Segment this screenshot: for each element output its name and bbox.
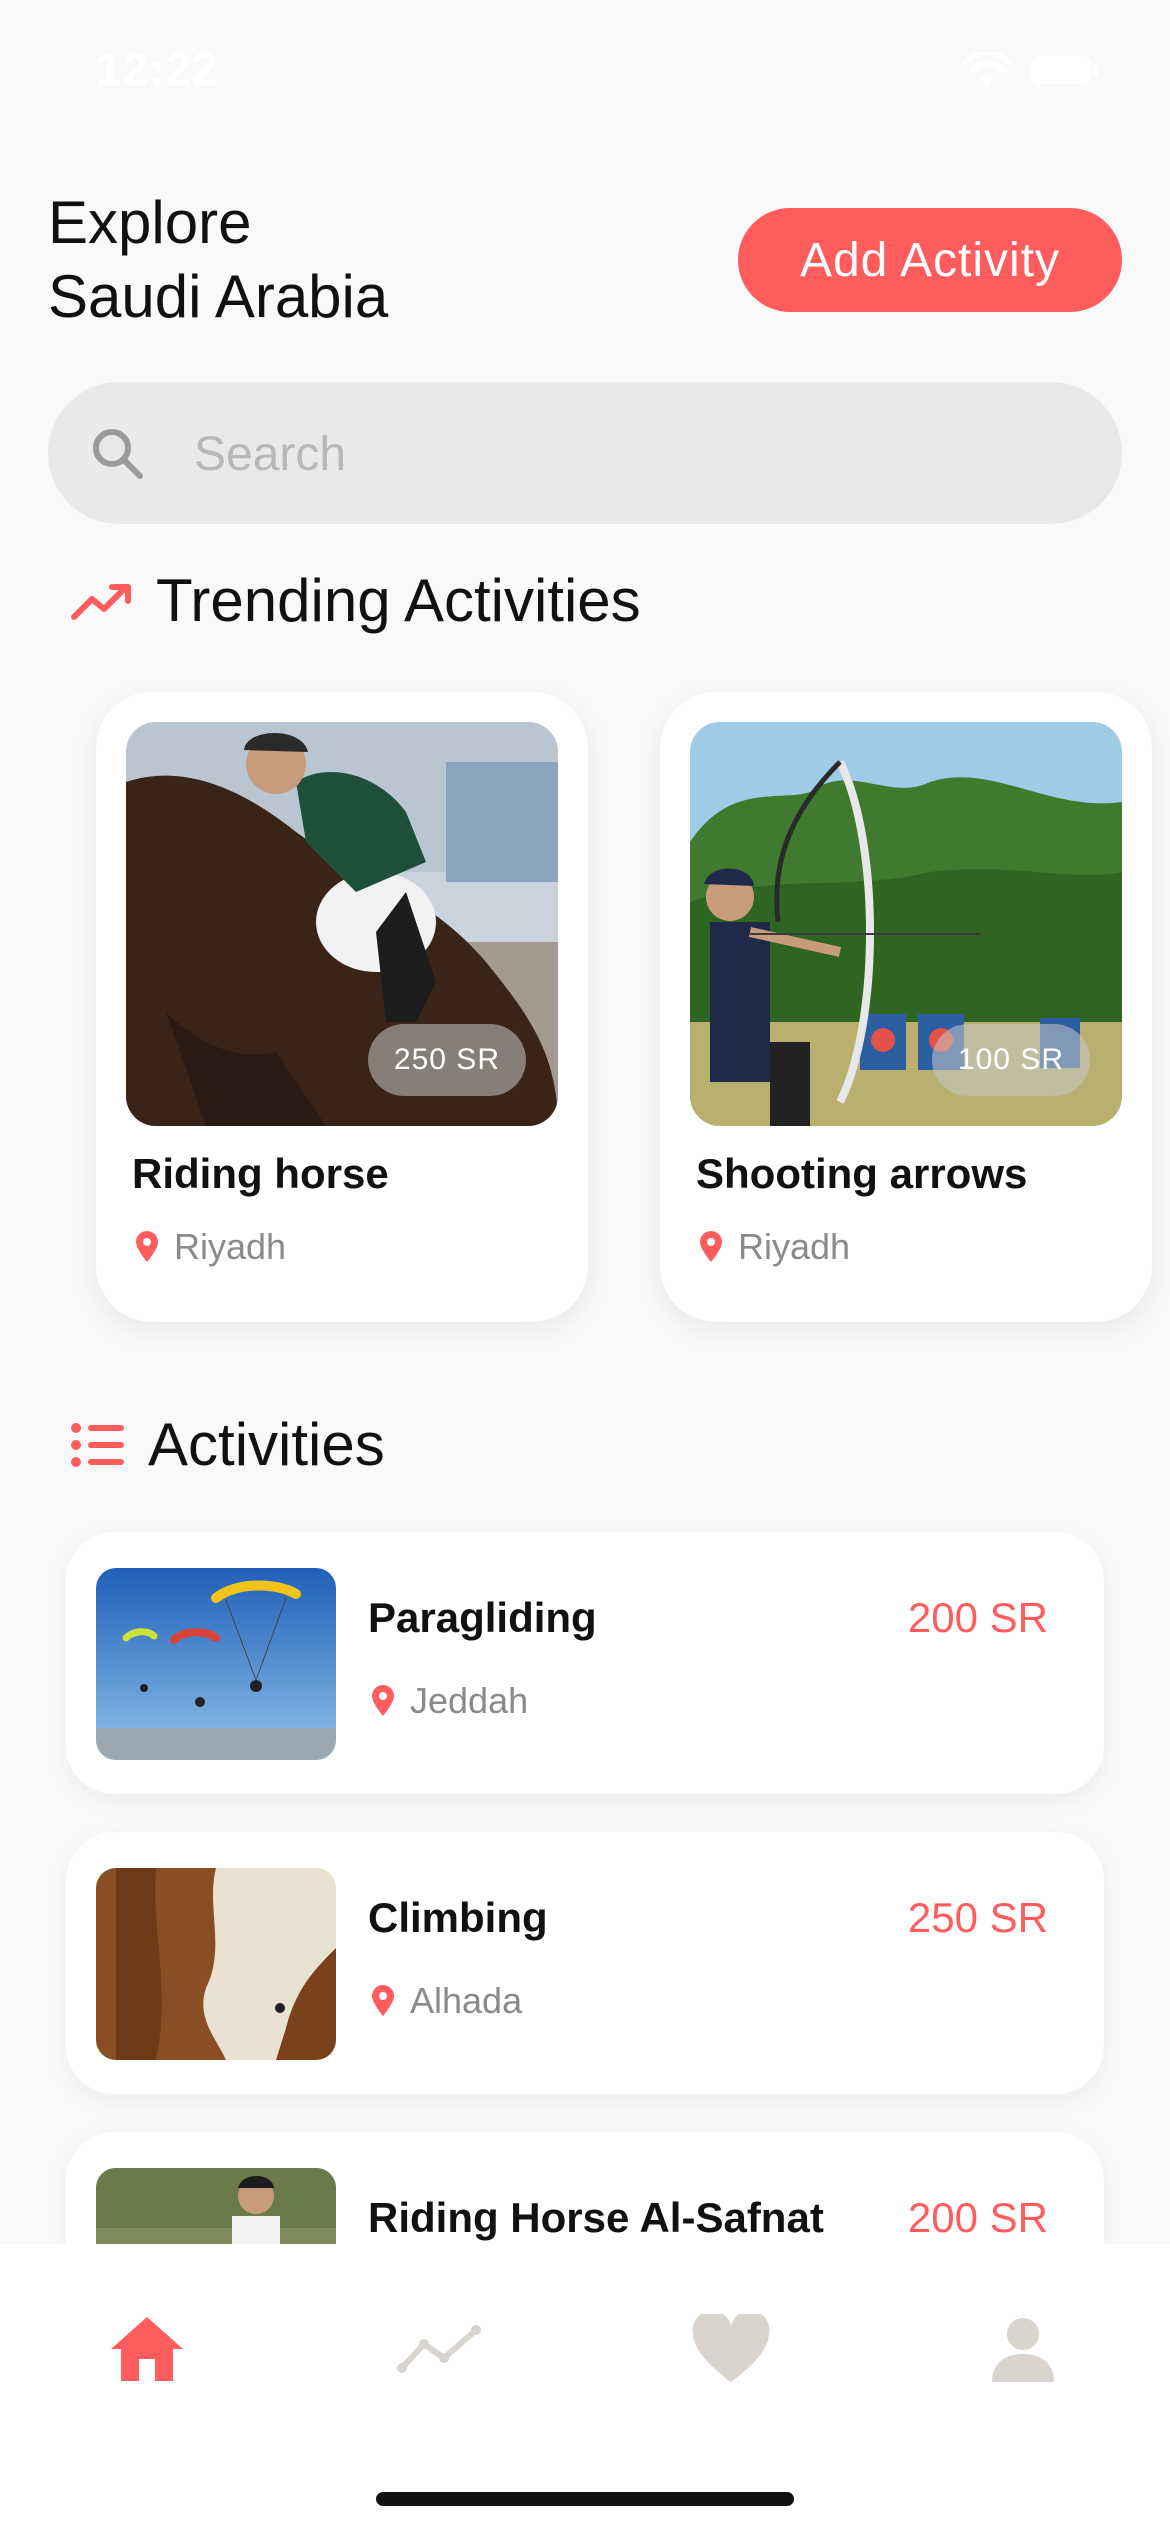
home-indicator: [376, 2492, 794, 2506]
tab-trends[interactable]: [384, 2294, 494, 2404]
heart-icon: [692, 2314, 770, 2382]
list-icon: [71, 1422, 124, 1467]
trending-header: Trending Activities: [70, 566, 641, 635]
paragliding-image: [96, 1568, 336, 1760]
tab-home[interactable]: [92, 2294, 202, 2404]
price-badge: 100 SR: [931, 1024, 1090, 1096]
location-row: Riyadh: [698, 1226, 850, 1268]
trending-up-icon: [71, 583, 131, 620]
tab-profile[interactable]: [968, 2294, 1078, 2404]
wifi-icon: [962, 52, 1012, 86]
location-text: Alhada: [410, 1980, 523, 2021]
status-icons: [962, 52, 1100, 88]
add-activity-button[interactable]: Add Activity: [738, 208, 1122, 312]
activity-card-paragliding[interactable]: Paragliding 200 SR Jeddah: [66, 1532, 1104, 1794]
activity-name: Shooting arrows: [696, 1150, 1028, 1197]
page-title: Explore Saudi Arabia: [48, 189, 389, 330]
search-input[interactable]: [192, 418, 1076, 490]
trending-card-shooting-arrows[interactable]: 100 SR Shooting arrows Riyadh: [660, 692, 1152, 1322]
location-text: Jeddah: [410, 1680, 529, 1721]
climbing-image: [96, 1868, 336, 2060]
activity-name: Riding Horse Al-Safnat: [368, 2194, 824, 2241]
tab-bar: [0, 2244, 1170, 2532]
battery-icon: [1031, 56, 1098, 84]
trend-icon: [397, 2325, 481, 2373]
location-pin-icon: [372, 1685, 394, 1716]
search-icon: [93, 429, 143, 479]
activity-price: 250 SR: [907, 1894, 1048, 1941]
shooting-arrows-image: 100 SR: [690, 722, 1122, 1126]
riding-horse-image: 250 SR: [126, 722, 558, 1126]
location-row: Riyadh: [134, 1226, 286, 1268]
activity-name: Paragliding: [368, 1594, 597, 1641]
location-row: Jeddah: [370, 1680, 528, 1722]
status-bar: 12:22: [0, 0, 1170, 140]
activities-title: Activities: [148, 1411, 385, 1478]
status-time: 12:22: [96, 43, 219, 95]
activity-price: 200 SR: [907, 1594, 1048, 1641]
activity-card-climbing[interactable]: Climbing 250 SR Alhada: [66, 1832, 1104, 2094]
activities-header: Activities: [70, 1410, 385, 1479]
location-pin-icon: [700, 1231, 722, 1262]
location-pin-icon: [136, 1231, 158, 1262]
activity-name: Riding horse: [132, 1150, 389, 1197]
location-text: Riyadh: [174, 1226, 287, 1267]
price-badge: 250 SR: [367, 1024, 526, 1096]
tab-favorites[interactable]: [676, 2294, 786, 2404]
trending-card-riding-horse[interactable]: 250 SR Riding horse Riyadh: [96, 692, 588, 1322]
trending-title: Trending Activities: [156, 567, 641, 634]
location-pin-icon: [372, 1985, 394, 2016]
activity-price: 200 SR: [907, 2194, 1048, 2241]
search-bar[interactable]: [48, 382, 1122, 524]
person-icon: [992, 2318, 1054, 2382]
location-row: Alhada: [370, 1980, 522, 2022]
home-icon: [111, 2317, 183, 2381]
activity-name: Climbing: [368, 1894, 548, 1941]
location-text: Riyadh: [738, 1226, 851, 1267]
